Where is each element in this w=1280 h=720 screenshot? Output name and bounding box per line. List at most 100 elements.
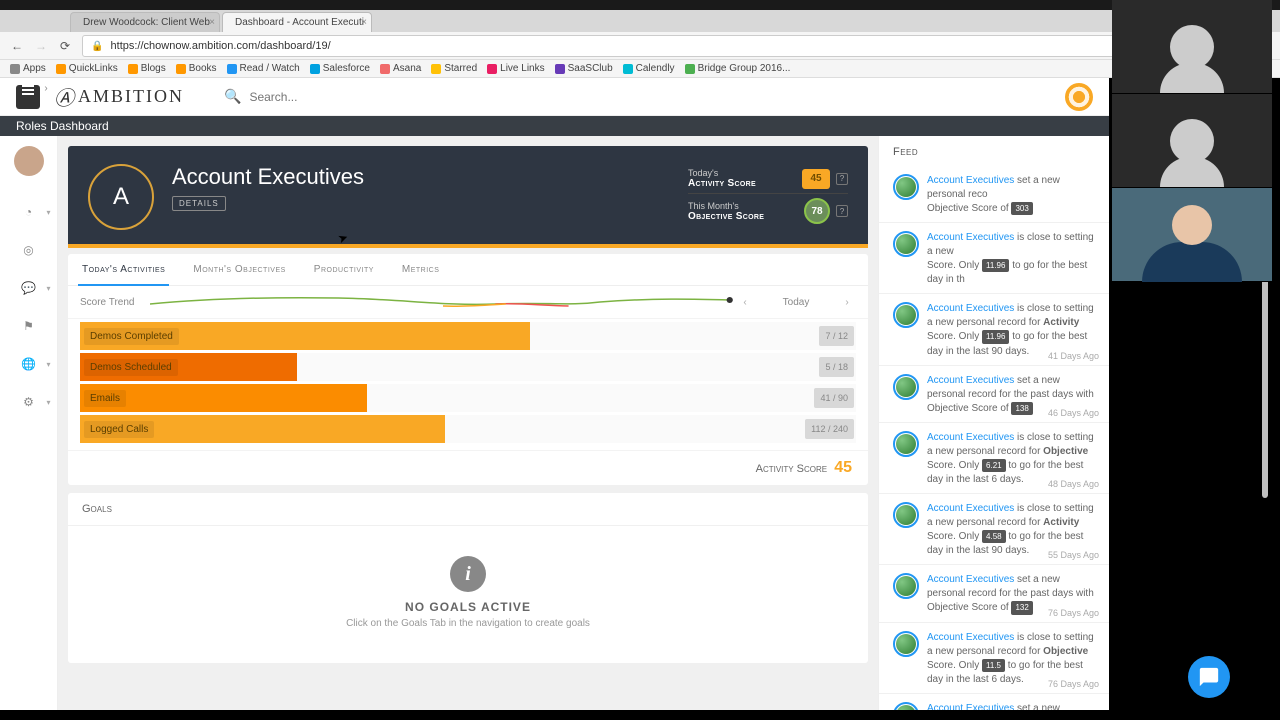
intercom-launcher[interactable] — [1188, 656, 1230, 698]
feed-link[interactable]: Account Executives — [927, 574, 1014, 585]
bar-value-badge: 112 / 240 — [805, 419, 854, 439]
activity-bar-row[interactable]: Logged Calls 112 / 240 — [68, 415, 868, 443]
bar-track: Emails 41 / 90 — [80, 384, 856, 412]
rail-flag-icon[interactable]: ⚑ — [17, 314, 41, 338]
browser-tab-0[interactable]: Drew Woodcock: Client Web × — [70, 12, 220, 32]
menu-toggle[interactable] — [16, 85, 40, 109]
url-input[interactable]: 🔒 https://chownow.ambition.com/dashboard… — [82, 35, 1270, 57]
rail-user-avatar[interactable] — [14, 146, 44, 176]
activity-bar-row[interactable]: Demos Completed 7 / 12 — [68, 322, 868, 350]
feed-link[interactable]: Account Executives — [927, 375, 1014, 386]
url-text: https://chownow.ambition.com/dashboard/1… — [111, 40, 331, 52]
prev-day-button[interactable]: ‹ — [736, 297, 754, 308]
bar-value-badge: 41 / 90 — [814, 388, 854, 408]
tab-productivity[interactable]: Productivity — [300, 254, 388, 285]
rail-globe-icon[interactable]: 🌐▾ — [17, 352, 41, 376]
bar-value-badge: 5 / 18 — [819, 357, 854, 377]
bookmark-blogs[interactable]: Blogs — [128, 63, 166, 74]
participant-head — [1172, 205, 1212, 245]
rail-settings-icon[interactable]: ⚙▾ — [17, 390, 41, 414]
next-day-button[interactable]: › — [838, 297, 856, 308]
browser-tab-1[interactable]: Dashboard - Account Executi × — [222, 12, 372, 32]
bookmark-saasclub[interactable]: SaaSClub — [555, 63, 613, 74]
activity-bar-row[interactable]: Demos Scheduled 5 / 18 — [68, 353, 868, 381]
bookmark-label: Books — [189, 63, 217, 74]
bar-label: Emails — [84, 390, 126, 407]
trend-today-label: Today — [783, 297, 810, 308]
feed-link[interactable]: Account Executives — [927, 303, 1014, 314]
bookmark-label: Asana — [393, 63, 421, 74]
feed-item[interactable]: Account Executives is close to setting a… — [879, 494, 1109, 565]
browser-toolbar: ← → ⟳ 🔒 https://chownow.ambition.com/das… — [0, 32, 1280, 60]
bookmark-calendly[interactable]: Calendly — [623, 63, 675, 74]
feed-link[interactable]: Account Executives — [927, 175, 1014, 186]
user-avatar[interactable] — [1065, 83, 1093, 111]
objective-score-label: This Month'sObjective Score — [688, 201, 764, 222]
goals-heading: Goals — [68, 493, 868, 526]
feed-timestamp: 55 Days Ago — [1048, 550, 1099, 560]
feed-text: Account Executives set a new personal re… — [927, 174, 1099, 216]
participant-photo[interactable] — [1112, 188, 1272, 282]
participant-placeholder[interactable] — [1112, 94, 1272, 188]
browser-tabstrip: Drew Woodcock: Client Web × Dashboard - … — [0, 10, 1280, 32]
activity-bars-list: Demos Completed 7 / 12 Demos Scheduled 5… — [68, 322, 868, 450]
bookmark-asana[interactable]: Asana — [380, 63, 421, 74]
feed-item[interactable]: Account Executives set a new personal re… — [879, 694, 1109, 710]
bookmark-read[interactable]: Read / Watch — [227, 63, 300, 74]
bookmark-label: Salesforce — [323, 63, 370, 74]
tab-todays-activities[interactable]: Today's Activities — [68, 254, 179, 285]
help-icon[interactable]: ? — [836, 205, 848, 217]
main-body: A Account Executives DETAILS Today'sActi… — [58, 136, 1109, 710]
bookmarks-bar: Apps QuickLinks Blogs Books Read / Watch… — [0, 60, 1280, 78]
bookmark-bridge[interactable]: Bridge Group 2016... — [685, 63, 791, 74]
bookmark-label: Starred — [444, 63, 477, 74]
feed-link[interactable]: Account Executives — [927, 503, 1014, 514]
feed-item[interactable]: Account Executives set a new personal re… — [879, 366, 1109, 423]
feed-item[interactable]: Account Executives is close to setting a… — [879, 623, 1109, 694]
forward-button[interactable]: → — [34, 39, 48, 53]
feed-item[interactable]: Account Executives is close to setting a… — [879, 423, 1109, 494]
link-icon — [487, 64, 497, 74]
details-button[interactable]: DETAILS — [172, 196, 226, 211]
folder-icon — [176, 64, 186, 74]
rail-target-icon[interactable]: ◎ — [17, 238, 41, 262]
participant-body — [1142, 242, 1242, 282]
close-icon[interactable]: × — [361, 17, 367, 28]
bookmark-starred[interactable]: Starred — [431, 63, 477, 74]
feed-item[interactable]: Account Executives set a new personal re… — [879, 166, 1109, 223]
rail-chat-icon[interactable]: 💬▾ — [17, 276, 41, 300]
bookmark-salesforce[interactable]: Salesforce — [310, 63, 370, 74]
metric-badge: 6.21 — [982, 459, 1006, 472]
feed-item[interactable]: Account Executives is close to setting a… — [879, 223, 1109, 294]
star-icon — [431, 64, 441, 74]
bookmark-books[interactable]: Books — [176, 63, 217, 74]
back-button[interactable]: ← — [10, 39, 24, 53]
feed-link[interactable]: Account Executives — [927, 632, 1014, 643]
feed-avatar — [893, 702, 919, 710]
tab-months-objectives[interactable]: Month's Objectives — [179, 254, 299, 285]
participant-placeholder[interactable] — [1112, 0, 1272, 94]
app-logo[interactable]: ⒶAMBITION — [54, 82, 184, 111]
feed-list: Account Executives set a new personal re… — [879, 166, 1109, 710]
feed-link[interactable]: Account Executives — [927, 703, 1014, 710]
content-column: A Account Executives DETAILS Today'sActi… — [68, 136, 868, 710]
bookmark-apps[interactable]: Apps — [10, 63, 46, 74]
feed-avatar — [893, 302, 919, 328]
folder-icon — [128, 64, 138, 74]
reload-button[interactable]: ⟳ — [58, 39, 72, 53]
feed-item[interactable]: Account Executives is close to setting a… — [879, 294, 1109, 365]
rail-dashboard-icon[interactable]: ◔▾ — [17, 200, 41, 224]
activity-bar-row[interactable]: Emails 41 / 90 — [68, 384, 868, 412]
search-input[interactable] — [241, 86, 441, 108]
bookmark-livelinks[interactable]: Live Links — [487, 63, 544, 74]
feed-item[interactable]: Account Executives set a new personal re… — [879, 565, 1109, 622]
tab-metrics[interactable]: Metrics — [388, 254, 454, 285]
search-icon[interactable]: 🔍 — [224, 88, 241, 105]
feed-link[interactable]: Account Executives — [927, 432, 1014, 443]
help-icon[interactable]: ? — [836, 173, 848, 185]
bar-track: Logged Calls 112 / 240 — [80, 415, 856, 443]
close-icon[interactable]: × — [209, 17, 215, 28]
feed-timestamp: 48 Days Ago — [1048, 479, 1099, 489]
feed-link[interactable]: Account Executives — [927, 232, 1014, 243]
bookmark-quicklinks[interactable]: QuickLinks — [56, 63, 118, 74]
